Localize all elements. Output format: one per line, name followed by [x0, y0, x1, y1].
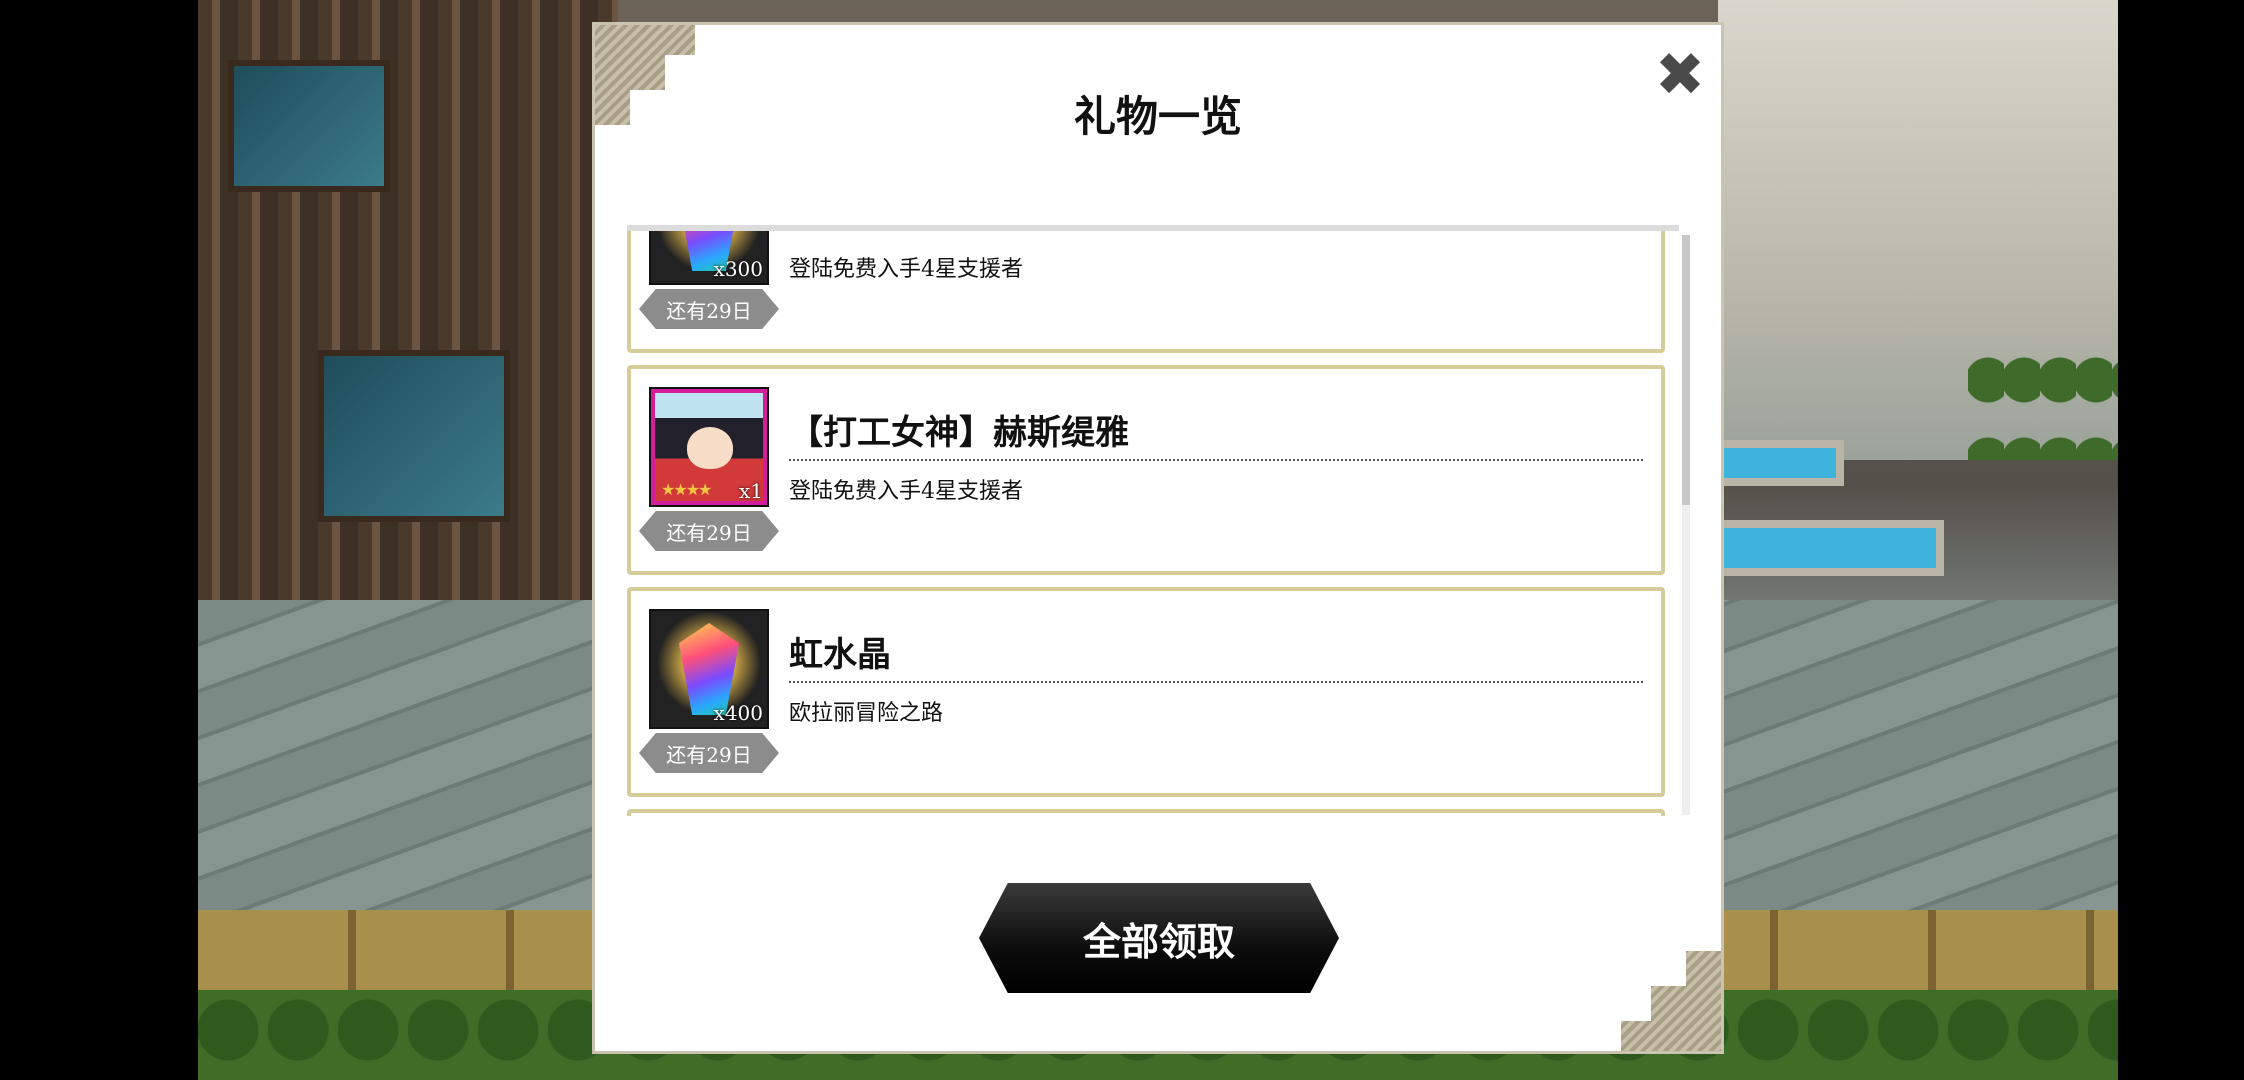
corner-ornament [1621, 951, 1721, 1051]
gift-item[interactable]: ★★★★ x1 还有29日 【打工女神】赫斯缇雅 登陆免费入手4星支援者 [627, 365, 1665, 575]
star-rating: ★★★★ [661, 480, 712, 499]
building-window [228, 60, 390, 192]
dialog-title: 礼物一览 [1073, 92, 1242, 141]
gift-description: 欧拉丽冒险之路 [789, 701, 944, 726]
days-left-badge: 还有29日 [639, 511, 779, 551]
gift-quantity: x300 [713, 257, 763, 281]
gift-name: 虹水晶 [789, 629, 1643, 683]
gift-item[interactable] [627, 809, 1665, 816]
scrollbar[interactable] [1682, 235, 1690, 815]
rainbow-crystal-icon: x400 [649, 609, 769, 729]
gift-quantity: x400 [713, 701, 763, 725]
days-left-badge: 还有29日 [639, 289, 779, 329]
gift-list-dialog: 礼物一览 ✖ x300 还有29日 登陆免费入手4星支援者 ★★★★ x1 还有… [592, 22, 1724, 1054]
days-left-badge: 还有29日 [639, 733, 779, 773]
character-portrait: ★★★★ x1 [649, 387, 769, 507]
rainbow-crystal-icon: x300 [649, 231, 769, 285]
fountain-pool [1708, 440, 1844, 486]
fountain-pool [1708, 520, 1944, 576]
scroll-thumb[interactable] [1682, 235, 1690, 505]
trees [1968, 340, 2118, 460]
gift-description: 登陆免费入手4星支援者 [789, 479, 1023, 504]
gift-list[interactable]: x300 还有29日 登陆免费入手4星支援者 ★★★★ x1 还有29日 【打工… [627, 225, 1679, 816]
gift-item[interactable]: x400 还有29日 虹水晶 欧拉丽冒险之路 [627, 587, 1665, 797]
gift-item[interactable]: x300 还有29日 登陆免费入手4星支援者 [627, 231, 1665, 353]
close-icon[interactable]: ✖ [1650, 40, 1710, 110]
claim-all-button[interactable]: 全部领取 [979, 883, 1339, 993]
gift-quantity: x1 [738, 479, 763, 503]
gift-name: 【打工女神】赫斯缇雅 [789, 407, 1643, 461]
gift-description: 登陆免费入手4星支援者 [789, 257, 1023, 282]
building-window [318, 350, 510, 522]
